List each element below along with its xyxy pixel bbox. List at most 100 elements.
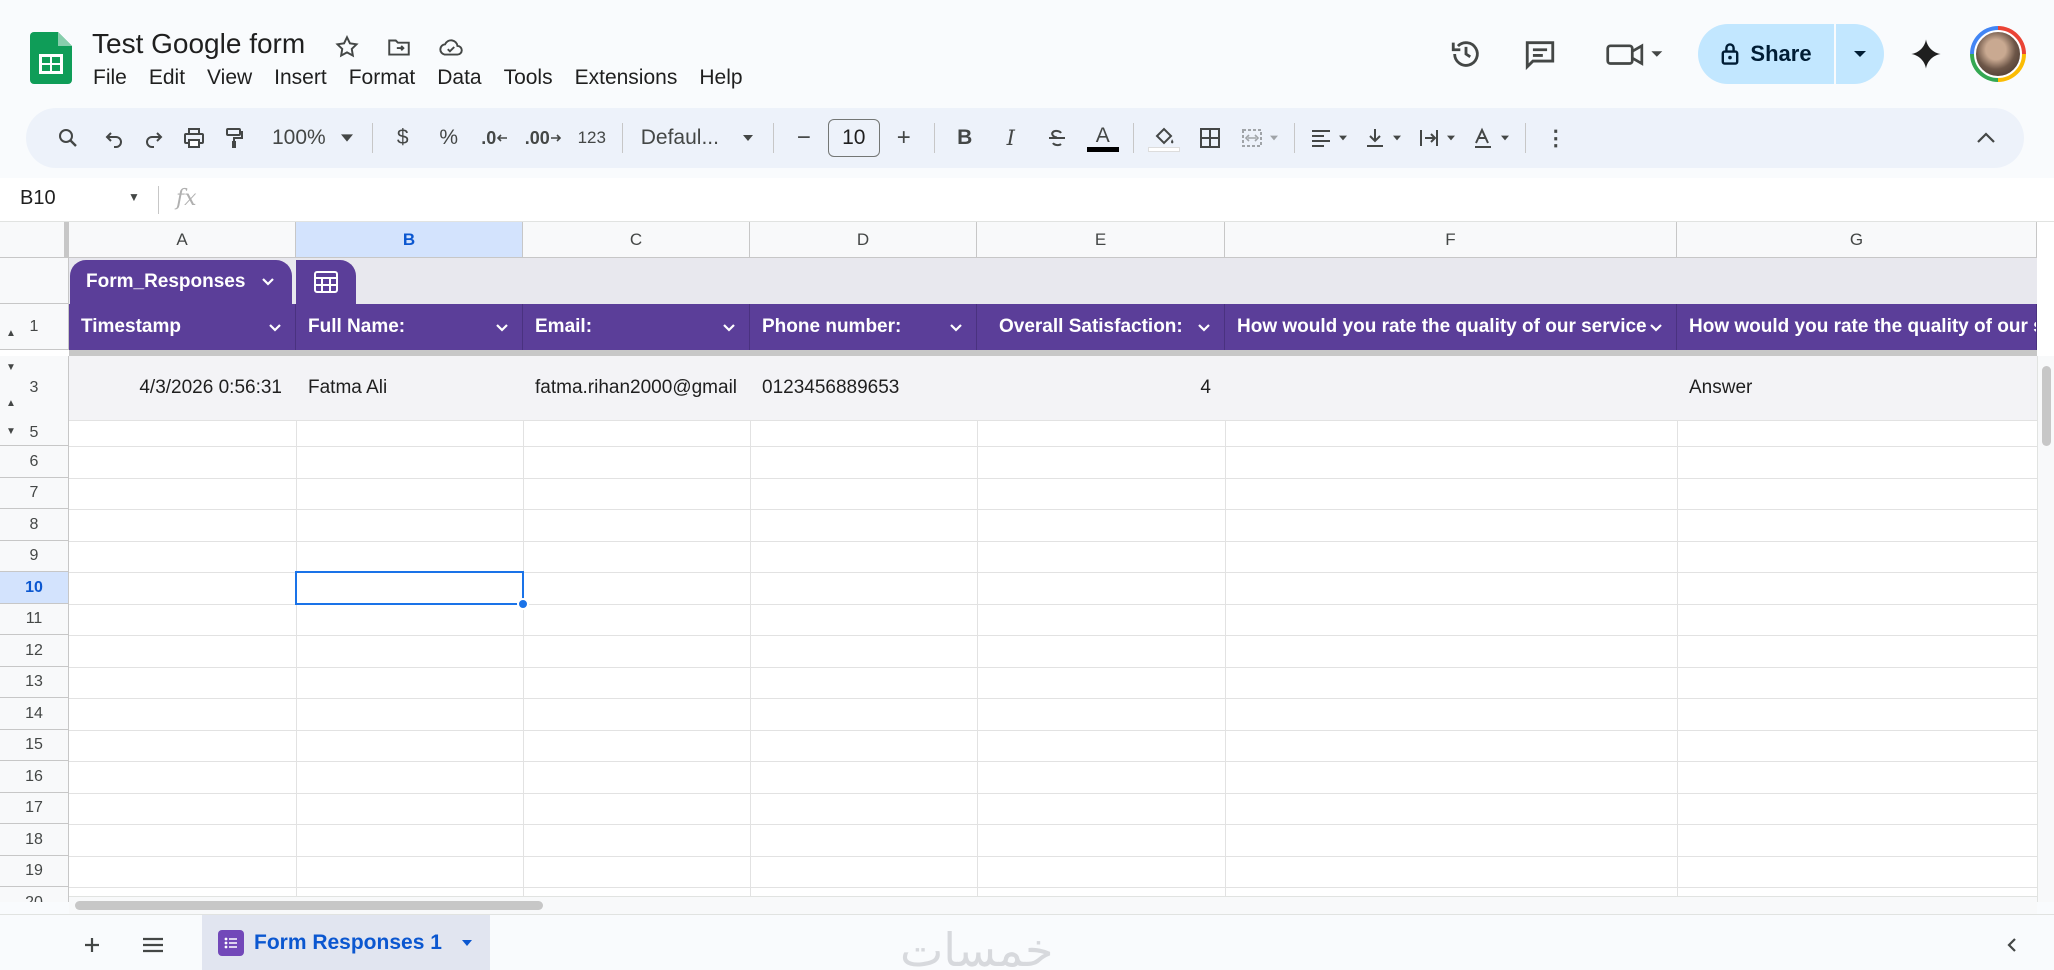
row-header-1[interactable]: ▲ 1 — [0, 304, 69, 350]
menu-format[interactable]: Format — [338, 64, 427, 92]
fill-handle[interactable] — [517, 598, 529, 610]
row-header-13[interactable]: 13 — [0, 667, 69, 698]
row-header-12[interactable]: 12 — [0, 635, 69, 667]
chevron-down-icon[interactable] — [494, 318, 510, 338]
currency-format-button[interactable]: $ — [383, 116, 423, 160]
menu-edit[interactable]: Edit — [138, 64, 196, 92]
row-header-18[interactable]: 18 — [0, 824, 69, 856]
cell-timestamp[interactable]: 4/3/2026 0:56:31 — [69, 356, 296, 420]
text-rotation-button[interactable] — [1467, 116, 1515, 160]
version-history-icon[interactable] — [1442, 30, 1490, 78]
percent-format-button[interactable]: % — [429, 116, 469, 160]
chevron-down-icon[interactable] — [267, 318, 283, 338]
sheet-tab-form-responses-1[interactable]: Form Responses 1 — [202, 915, 490, 970]
spreadsheet-grid[interactable]: A B C D E F G Form_Responses ▲ 1 Timesta… — [0, 222, 2054, 902]
table-header-service-quality-2[interactable]: How would you rate the quality of our s — [1677, 304, 2037, 350]
row-header-14[interactable]: 14 — [0, 698, 69, 730]
row-header-9[interactable]: 9 — [0, 541, 69, 572]
row-header-17[interactable]: 17 — [0, 793, 69, 824]
cell-full-name[interactable]: Fatma Ali — [296, 356, 523, 420]
merge-cells-button[interactable] — [1236, 116, 1284, 160]
font-size-input[interactable]: 10 — [824, 116, 884, 160]
menu-data[interactable]: Data — [426, 64, 492, 92]
scroll-thumb[interactable] — [2042, 366, 2051, 446]
chevron-down-icon[interactable] — [1196, 318, 1212, 338]
borders-button[interactable] — [1190, 116, 1230, 160]
bold-button[interactable]: B — [945, 116, 985, 160]
strikethrough-button[interactable] — [1037, 116, 1077, 160]
italic-button[interactable]: I — [991, 116, 1031, 160]
cell-phone[interactable]: 0123456889653 — [750, 356, 977, 420]
hide-menus-button[interactable] — [1966, 116, 2006, 160]
search-menus-button[interactable] — [48, 116, 88, 160]
column-header-c[interactable]: C — [523, 222, 750, 258]
decrease-decimal-button[interactable]: .0 — [475, 116, 515, 160]
row-header-3[interactable]: ▼ ▲ 3 — [0, 356, 69, 420]
column-header-g[interactable]: G — [1677, 222, 2037, 258]
cell-satisfaction[interactable]: 4 — [977, 356, 1225, 420]
sheets-logo-icon[interactable] — [30, 32, 72, 84]
zoom-select[interactable]: 100% — [268, 116, 362, 160]
row-header-5[interactable]: ▼ 5 — [0, 420, 69, 446]
horizontal-scrollbar[interactable] — [69, 896, 2037, 914]
vertical-align-button[interactable] — [1359, 116, 1407, 160]
chevron-down-icon[interactable] — [948, 318, 964, 338]
row-header-10[interactable]: 10 — [0, 572, 69, 604]
menu-file[interactable]: File — [82, 64, 138, 92]
table-header-phone[interactable]: Phone number: — [750, 304, 977, 350]
font-family-select[interactable]: Defaul... — [633, 116, 763, 160]
decrease-font-size-button[interactable]: − — [784, 116, 824, 160]
table-header-email[interactable]: Email: — [523, 304, 750, 350]
horizontal-align-button[interactable] — [1305, 116, 1353, 160]
increase-decimal-button[interactable]: .00 — [521, 116, 566, 160]
column-header-f[interactable]: F — [1225, 222, 1677, 258]
redo-button[interactable] — [134, 116, 174, 160]
row-header-7[interactable]: 7 — [0, 478, 69, 509]
fill-color-button[interactable] — [1144, 116, 1184, 160]
row-header-6[interactable]: 6 — [0, 446, 69, 478]
account-avatar[interactable] — [1970, 26, 2026, 82]
cell-service-quality[interactable] — [1225, 356, 1677, 420]
share-dropdown-button[interactable] — [1836, 24, 1884, 84]
active-cell-b10[interactable] — [295, 571, 524, 605]
paint-format-button[interactable] — [214, 116, 254, 160]
text-color-button[interactable]: A — [1083, 116, 1123, 160]
row-header-15[interactable]: 15 — [0, 730, 69, 761]
collapse-arrow-icon[interactable]: ▲ — [6, 328, 16, 339]
table-name-chip[interactable]: Form_Responses — [70, 260, 292, 304]
all-sheets-button[interactable] — [133, 925, 173, 965]
collapse-arrow-icon[interactable]: ▼ — [6, 426, 16, 437]
star-icon[interactable] — [330, 30, 364, 64]
undo-button[interactable] — [94, 116, 134, 160]
menu-tools[interactable]: Tools — [493, 64, 564, 92]
scroll-thumb[interactable] — [75, 901, 543, 910]
table-header-timestamp[interactable]: Timestamp — [69, 304, 296, 350]
select-all-corner[interactable] — [0, 222, 69, 258]
column-header-d[interactable]: D — [750, 222, 977, 258]
cloud-saved-icon[interactable] — [434, 30, 468, 64]
row-header-11[interactable]: 11 — [0, 604, 69, 635]
number-format-button[interactable]: 123 — [572, 116, 612, 160]
name-box-dropdown[interactable]: ▼ — [128, 190, 140, 204]
table-header-service-quality[interactable]: How would you rate the quality of our se… — [1225, 304, 1677, 350]
vertical-scrollbar[interactable] — [2037, 356, 2054, 902]
gemini-sparkle-icon[interactable] — [1902, 30, 1950, 78]
table-view-button[interactable] — [296, 260, 356, 304]
chevron-down-icon[interactable] — [721, 318, 737, 338]
table-header-full-name[interactable]: Full Name: — [296, 304, 523, 350]
print-button[interactable] — [174, 116, 214, 160]
text-wrapping-button[interactable] — [1413, 116, 1461, 160]
chevron-down-icon[interactable] — [1648, 318, 1664, 338]
caret-down-icon[interactable] — [460, 938, 474, 948]
column-header-e[interactable]: E — [977, 222, 1225, 258]
add-sheet-button[interactable] — [72, 925, 112, 965]
cell-email[interactable]: fatma.rihan2000@gmail — [523, 356, 750, 420]
cell-service-quality-2[interactable]: Answer — [1677, 356, 2037, 420]
row-header-8[interactable]: 8 — [0, 509, 69, 541]
row-header-20[interactable]: 20 — [0, 887, 69, 902]
comments-icon[interactable] — [1516, 30, 1564, 78]
meet-video-icon[interactable] — [1600, 30, 1670, 78]
menu-insert[interactable]: Insert — [263, 64, 338, 92]
collapse-side-panel-button[interactable] — [1992, 925, 2032, 965]
name-box[interactable]: B10 — [20, 187, 56, 210]
